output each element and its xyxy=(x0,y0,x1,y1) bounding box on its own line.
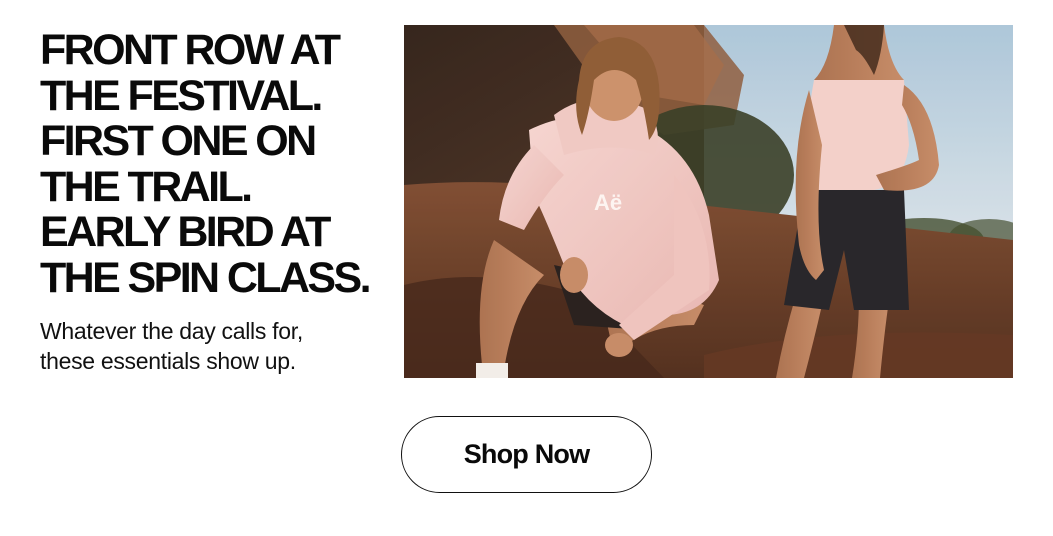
headline-line: THE TRAIL. xyxy=(40,162,253,211)
headline-line: EARLY BIRD AT xyxy=(40,208,331,256)
promo-subcopy: Whatever the day calls for, these essent… xyxy=(40,316,385,376)
hero-photo: Aë xyxy=(404,25,1013,378)
headline-line: FIRST ONE ON xyxy=(40,117,317,165)
headline-line: FRONT ROW AT xyxy=(40,26,341,74)
shop-now-button[interactable]: Shop Now xyxy=(401,416,652,493)
subcopy-line: Whatever the day calls for, xyxy=(40,318,303,344)
promo-headline: FRONT ROW AT THE FESTIVAL. FIRST ONE ON … xyxy=(40,26,390,302)
headline-line: THE SPIN CLASS. xyxy=(40,253,372,302)
subcopy-line: these essentials show up. xyxy=(40,348,296,374)
headline-line: THE FESTIVAL. xyxy=(40,71,323,120)
